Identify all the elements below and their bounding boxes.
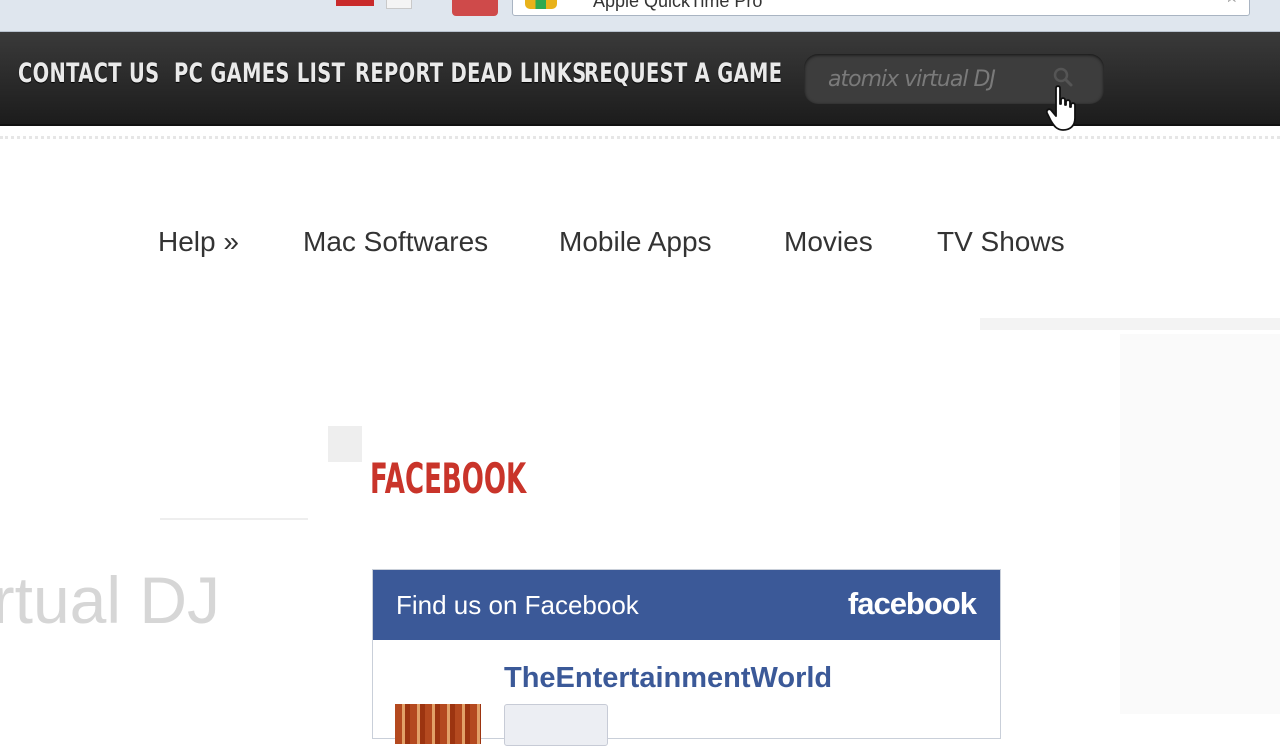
facebook-page-thumbnail[interactable] [395, 704, 481, 744]
nav-pc-games-list[interactable]: PC GAMES LIST [174, 58, 345, 89]
subnav-mobile-apps[interactable]: Mobile Apps [559, 226, 712, 258]
facebook-like-button[interactable] [504, 704, 608, 746]
subnav-help[interactable]: Help » [158, 226, 239, 258]
tab-favicon[interactable] [336, 0, 374, 6]
tab-close-button[interactable] [452, 0, 498, 16]
search-input[interactable] [826, 63, 1050, 95]
subnav-movies[interactable]: Movies [784, 226, 873, 258]
nav-request-a-game[interactable]: REQUEST A GAME [584, 58, 782, 89]
top-navigation-bar: CONTACT US PC GAMES LIST REPORT DEAD LIN… [0, 32, 1280, 126]
subnav-tv-shows[interactable]: TV Shows [937, 226, 1065, 258]
background-shape [980, 318, 1280, 330]
background-shape [1120, 334, 1280, 714]
post-title[interactable]: irtual DJ [0, 562, 220, 638]
facebook-widget-header[interactable]: Find us on Facebook facebook [373, 570, 1000, 640]
facebook-find-us-text[interactable]: Find us on Facebook [396, 590, 639, 621]
address-bar[interactable]: Apple QuickTime Pro ☆ [512, 0, 1250, 16]
address-bar-text: Apple QuickTime Pro [593, 0, 763, 11]
nav-divider [0, 136, 1280, 139]
nav-contact-us[interactable]: CONTACT US [18, 58, 160, 89]
site-favicon-icon [525, 0, 557, 9]
hand-cursor-icon [1046, 85, 1076, 131]
nav-report-dead-links[interactable]: REPORT DEAD LINKS [355, 58, 587, 89]
bookmark-star-icon[interactable]: ☆ [1225, 0, 1239, 7]
facebook-like-box: Find us on Facebook facebook TheEntertai… [372, 569, 1001, 746]
content-divider [160, 518, 308, 520]
facebook-page-name[interactable]: TheEntertainmentWorld [504, 662, 832, 695]
sidebar-heading-facebook: FACEBOOK [370, 454, 527, 503]
widget-corner-decoration [328, 426, 362, 462]
tab-document-icon[interactable] [386, 0, 412, 9]
facebook-logo[interactable]: facebook [848, 586, 977, 622]
browser-tab-strip: Apple QuickTime Pro ☆ [0, 0, 1280, 32]
subnav-mac-softwares[interactable]: Mac Softwares [303, 226, 488, 258]
